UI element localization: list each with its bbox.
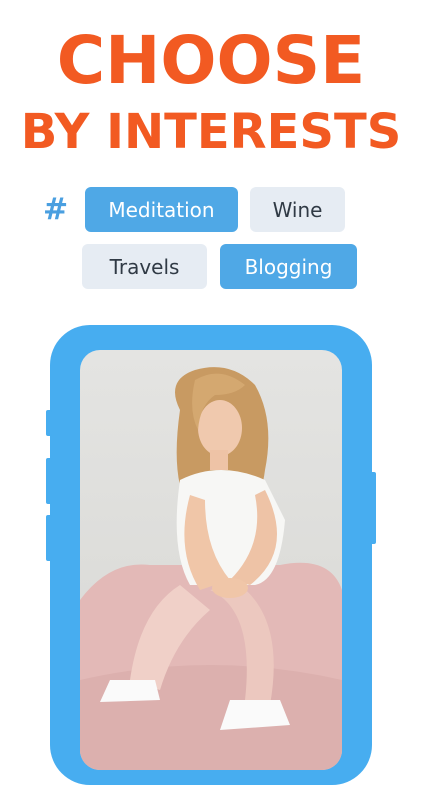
tag-meditation[interactable]: Meditation xyxy=(85,187,238,232)
phone-screen xyxy=(80,350,342,770)
headline-line-1: CHOOSE xyxy=(56,22,366,99)
profile-photo xyxy=(80,367,342,770)
phone-power-button xyxy=(370,472,376,544)
tag-travels[interactable]: Travels xyxy=(82,244,207,289)
tag-blogging[interactable]: Blogging xyxy=(220,244,357,289)
phone-mute-button xyxy=(46,410,52,436)
hashtag-icon: # xyxy=(43,192,69,227)
phone-volume-up-button xyxy=(46,458,52,504)
tag-wine[interactable]: Wine xyxy=(250,187,345,232)
headline-line-2: BY INTERESTS xyxy=(20,104,402,160)
phone-volume-down-button xyxy=(46,515,52,561)
